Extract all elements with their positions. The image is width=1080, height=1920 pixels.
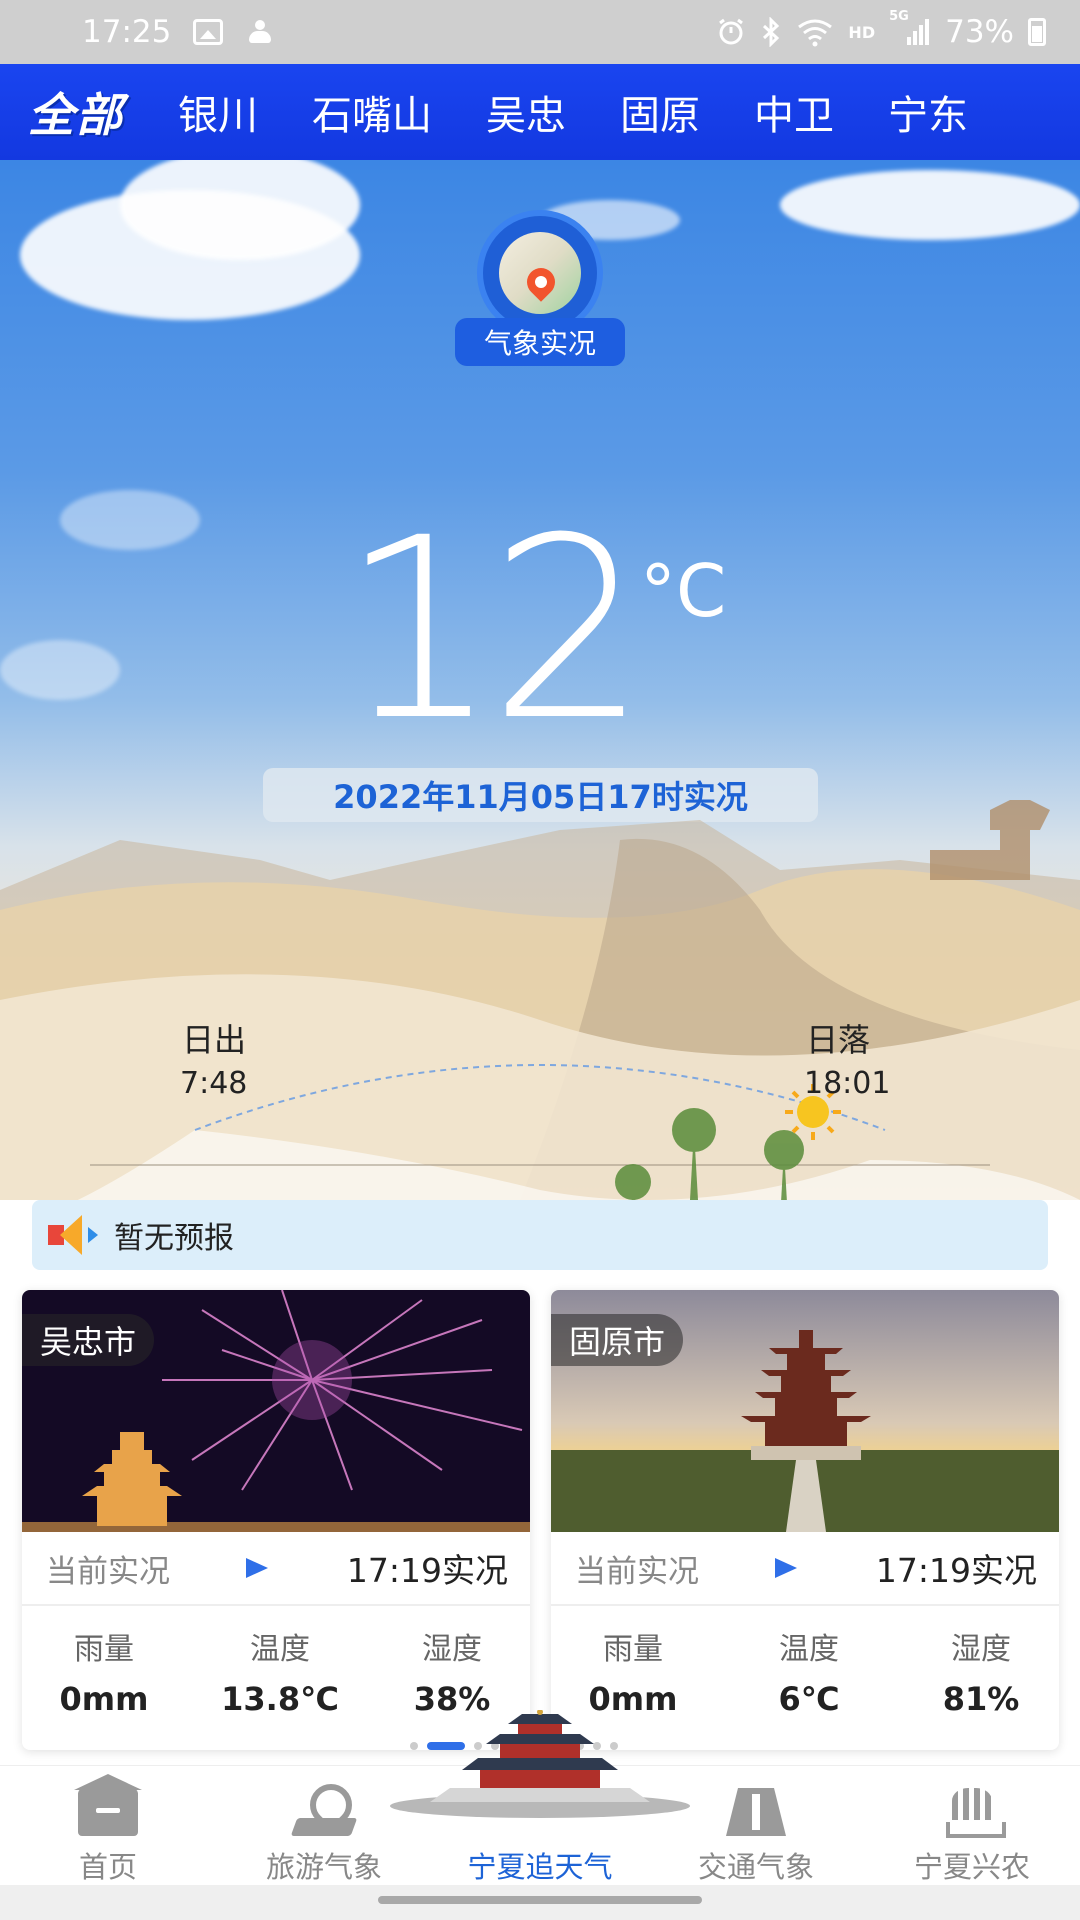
current-temperature: 12 [340, 484, 648, 775]
metric-headers: 雨量 温度 湿度 [22, 1624, 530, 1668]
tab-zhongwei[interactable]: 中卫 [754, 83, 834, 141]
humidity-header: 湿度 [951, 1632, 1011, 1667]
tab-all[interactable]: 全部 [28, 79, 124, 145]
current-observation-row[interactable]: 当前实况 17:19实况 [22, 1532, 530, 1606]
battery-icon [1028, 18, 1046, 46]
nav-home-label: 首页 [78, 1850, 137, 1884]
road-icon [726, 1788, 786, 1836]
tab-wuzhong[interactable]: 吴忠 [486, 83, 566, 141]
rainfall-header: 雨量 [74, 1632, 134, 1667]
network-type: 5G [889, 9, 909, 24]
tab-ningdong[interactable]: 宁东 [888, 83, 968, 141]
temple-icon[interactable] [390, 1710, 690, 1820]
battery-percent: 73% [945, 14, 1014, 50]
temperature-value: 13.8℃ [221, 1680, 339, 1718]
forecast-notice[interactable]: 暂无预报 [32, 1200, 1048, 1270]
nav-agriculture[interactable]: 宁夏兴农 [864, 1766, 1080, 1886]
sunset-label: 日落 [806, 1021, 871, 1059]
speaker-icon [44, 1213, 102, 1257]
weather-observation-badge[interactable]: 气象实况 [455, 210, 625, 370]
tab-yinchuan[interactable]: 银川 [178, 83, 258, 141]
sunset-time: 18:01 [804, 1066, 891, 1101]
nav-home[interactable]: 首页 [0, 1766, 216, 1886]
play-arrow-icon [775, 1558, 797, 1578]
gallery-notification-icon [193, 19, 224, 45]
wheat-icon [942, 1788, 1006, 1838]
temperature-unit: °C [640, 549, 727, 633]
bluetooth-icon [763, 17, 780, 47]
notice-text: 暂无预报 [114, 1221, 234, 1256]
city-name: 固原市 [551, 1314, 684, 1366]
nav-chase-weather-label: 宁夏追天气 [467, 1850, 613, 1884]
cloud [60, 490, 200, 550]
observation-time: 17:19实况 [875, 1551, 1037, 1590]
cloud [780, 170, 1080, 240]
city-card-wuzhong[interactable]: 吴忠市 当前实况 17:19实况 雨量 温度 湿度 0mm 13.8℃ 38% [22, 1290, 530, 1750]
temperature-header: 温度 [779, 1632, 839, 1667]
app-notification-icon [245, 19, 275, 45]
tab-guyuan[interactable]: 固原 [620, 83, 700, 141]
humidity-value: 81% [942, 1680, 1020, 1718]
alarm-icon [719, 18, 744, 45]
rainfall-header: 雨量 [603, 1632, 663, 1667]
humidity-header: 湿度 [422, 1632, 482, 1667]
weather-hero: 气象实况 12 °C 2022年11月05日17时实况 日出 7:48 日落 1… [0, 160, 1080, 1200]
home-indicator[interactable] [378, 1896, 702, 1904]
desert-landscape-illustration [0, 800, 1080, 1200]
current-observation-row[interactable]: 当前实况 17:19实况 [551, 1532, 1059, 1606]
region-tabs: 全部 银川 石嘴山 吴忠 固原 中卫 宁东 [0, 64, 1080, 160]
temperature-header: 温度 [250, 1632, 310, 1667]
metric-headers: 雨量 温度 湿度 [551, 1624, 1059, 1668]
current-observation-label: 当前实况 [575, 1553, 699, 1590]
rainfall-value: 0mm [59, 1680, 149, 1718]
observation-time: 17:19实况 [346, 1551, 508, 1590]
nav-travel-weather-label: 旅游气象 [265, 1850, 382, 1884]
status-bar: 17:25 HD 5G 73% [0, 0, 1080, 64]
home-icon [74, 1774, 142, 1836]
nav-traffic-weather-label: 交通气象 [697, 1850, 814, 1884]
sunrise-time: 7:48 [180, 1066, 248, 1101]
status-time: 17:25 [82, 14, 172, 50]
city-card-guyuan[interactable]: 固原市 当前实况 17:19实况 雨量 温度 湿度 0mm 6℃ 81% [551, 1290, 1059, 1750]
wifi-icon [798, 19, 833, 47]
current-observation-label: 当前实况 [46, 1553, 170, 1590]
city-photo-fireworks: 吴忠市 [22, 1290, 530, 1532]
hd-indicator: HD [848, 22, 876, 42]
cloud [0, 640, 120, 700]
tab-shizuishan[interactable]: 石嘴山 [312, 83, 432, 141]
sunrise-label: 日出 [182, 1021, 247, 1059]
play-arrow-icon [246, 1558, 268, 1578]
city-photo-pagoda: 固原市 [551, 1290, 1059, 1532]
location-pin-icon [294, 1788, 354, 1836]
temperature-value: 6℃ [778, 1680, 840, 1718]
city-name: 吴忠市 [22, 1314, 155, 1366]
badge-label: 气象实况 [455, 318, 625, 366]
signal-icon: 5G [889, 9, 931, 47]
nav-agriculture-label: 宁夏兴农 [913, 1850, 1030, 1884]
